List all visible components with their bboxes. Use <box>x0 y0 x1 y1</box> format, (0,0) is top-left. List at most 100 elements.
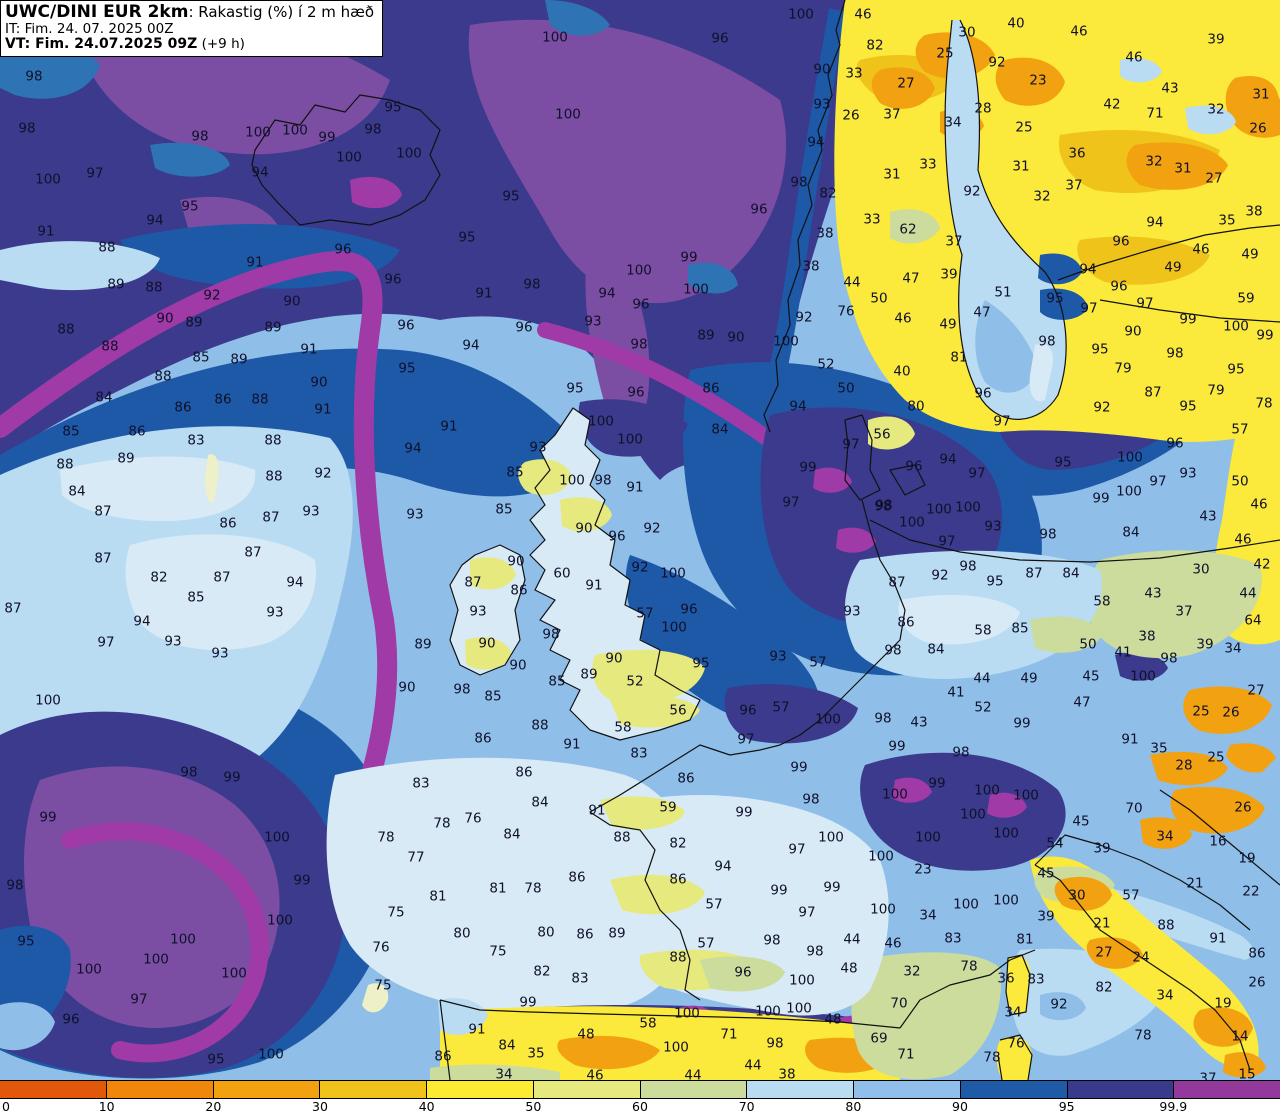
humidity-value-label: 87 <box>213 570 230 586</box>
humidity-value-label: 100 <box>588 414 614 430</box>
humidity-value-label: 43 <box>910 715 927 731</box>
humidity-value-label: 33 <box>919 157 936 173</box>
humidity-value-label: 38 <box>802 259 819 275</box>
humidity-value-label: 98 <box>790 175 807 191</box>
humidity-value-label: 93 <box>769 649 786 665</box>
humidity-value-label: 81 <box>950 350 967 366</box>
humidity-value-label: 26 <box>1249 121 1266 137</box>
humidity-value-label: 88 <box>56 457 73 473</box>
humidity-value-label: 46 <box>1070 24 1087 40</box>
humidity-value-label: 100 <box>953 897 979 913</box>
humidity-value-label: 76 <box>1007 1036 1024 1052</box>
humidity-value-label: 37 <box>1065 178 1082 194</box>
humidity-value-label: 47 <box>973 305 990 321</box>
humidity-value-label: 95 <box>384 100 401 116</box>
humidity-value-label: 91 <box>563 737 580 753</box>
humidity-value-label: 96 <box>734 965 751 981</box>
humidity-value-label: 99 <box>888 739 905 755</box>
humidity-value-label: 94 <box>133 614 150 630</box>
humidity-value-label: 86 <box>576 927 593 943</box>
humidity-value-label: 90 <box>813 62 830 78</box>
humidity-value-label: 40 <box>893 364 910 380</box>
humidity-value-label: 100 <box>915 830 941 846</box>
humidity-value-label: 89 <box>414 637 431 653</box>
humidity-value-label: 98 <box>453 682 470 698</box>
humidity-value-label: 25 <box>1192 704 1209 720</box>
humidity-value-label: 46 <box>1125 50 1142 66</box>
humidity-value-label: 91 <box>440 419 457 435</box>
humidity-value-label: 58 <box>974 623 991 639</box>
humidity-value-label: 87 <box>244 545 261 561</box>
humidity-value-label: 83 <box>630 746 647 762</box>
humidity-value-label: 86 <box>434 1049 451 1065</box>
humidity-value-label: 95 <box>398 361 415 377</box>
humidity-value-label: 92 <box>931 568 948 584</box>
humidity-value-label: 75 <box>374 978 391 994</box>
colorbar-segment <box>1067 1081 1175 1098</box>
humidity-value-label: 94 <box>146 213 163 229</box>
humidity-value-label: 97 <box>968 466 985 482</box>
humidity-value-label: 95 <box>1179 399 1196 415</box>
humidity-value-label: 100 <box>815 712 841 728</box>
humidity-value-label: 97 <box>130 992 147 1008</box>
humidity-value-label: 44 <box>843 932 860 948</box>
humidity-value-label: 98 <box>542 627 559 643</box>
humidity-value-label: 84 <box>503 827 520 843</box>
humidity-value-label: 86 <box>677 771 694 787</box>
humidity-value-label: 54 <box>1046 836 1063 852</box>
humidity-value-label: 98 <box>1038 334 1055 350</box>
humidity-value-label: 96 <box>397 318 414 334</box>
humidity-value-label: 84 <box>68 484 85 500</box>
humidity-value-label: 79 <box>1207 383 1224 399</box>
humidity-value-label: 71 <box>897 1047 914 1063</box>
humidity-value-label: 99 <box>223 770 240 786</box>
humidity-value-label: 46 <box>586 1068 603 1081</box>
humidity-value-label: 96 <box>1112 234 1129 250</box>
humidity-value-label: 56 <box>669 703 686 719</box>
humidity-value-label: 31 <box>883 167 900 183</box>
humidity-value-label: 34 <box>1156 829 1173 845</box>
humidity-value-label: 99 <box>735 805 752 821</box>
humidity-value-label: 34 <box>495 1067 512 1081</box>
humidity-value-label: 98 <box>1166 346 1183 362</box>
humidity-value-label: 94 <box>714 859 731 875</box>
humidity-value-label: 99 <box>790 760 807 776</box>
humidity-value-label: 91 <box>1121 732 1138 748</box>
humidity-value-label: 100 <box>542 30 568 46</box>
humidity-value-label: 26 <box>1234 800 1251 816</box>
humidity-value-label: 25 <box>936 46 953 62</box>
humidity-value-label: 78 <box>433 816 450 832</box>
humidity-value-label: 98 <box>25 69 42 85</box>
humidity-value-label: 100 <box>974 783 1000 799</box>
colorbar-segment <box>747 1081 854 1098</box>
humidity-value-label: 100 <box>899 515 925 531</box>
humidity-value-label: 96 <box>1110 279 1127 295</box>
humidity-value-label: 98 <box>364 122 381 138</box>
humidity-value-label: 100 <box>35 172 61 188</box>
humidity-value-label: 91 <box>588 803 605 819</box>
humidity-value-label: 89 <box>117 451 134 467</box>
humidity-value-label: 100 <box>955 500 981 516</box>
humidity-value-label: 96 <box>905 459 922 475</box>
humidity-value-label: 99 <box>799 460 816 476</box>
humidity-value-label: 98 <box>18 121 35 137</box>
humidity-value-label: 49 <box>1164 260 1181 276</box>
humidity-value-label: 100 <box>1117 450 1143 466</box>
humidity-value-label: 48 <box>824 1012 841 1028</box>
humidity-value-label: 38 <box>1138 629 1155 645</box>
humidity-value-label: 91 <box>1209 931 1226 947</box>
humidity-value-label: 70 <box>1125 801 1142 817</box>
humidity-value-label: 98 <box>952 745 969 761</box>
humidity-value-label: 95 <box>181 199 198 215</box>
humidity-value-label: 85 <box>495 502 512 518</box>
humidity-value-label: 98 <box>766 1036 783 1052</box>
humidity-value-label: 85 <box>484 689 501 705</box>
humidity-value-label: 83 <box>412 776 429 792</box>
humidity-value-label: 100 <box>788 7 814 23</box>
humidity-value-label: 98 <box>523 277 540 293</box>
humidity-value-label: 46 <box>1250 497 1267 513</box>
colorbar-segment <box>960 1081 1068 1098</box>
humidity-value-label: 98 <box>959 559 976 575</box>
humidity-value-label: 49 <box>1020 671 1037 687</box>
humidity-value-label: 84 <box>927 642 944 658</box>
